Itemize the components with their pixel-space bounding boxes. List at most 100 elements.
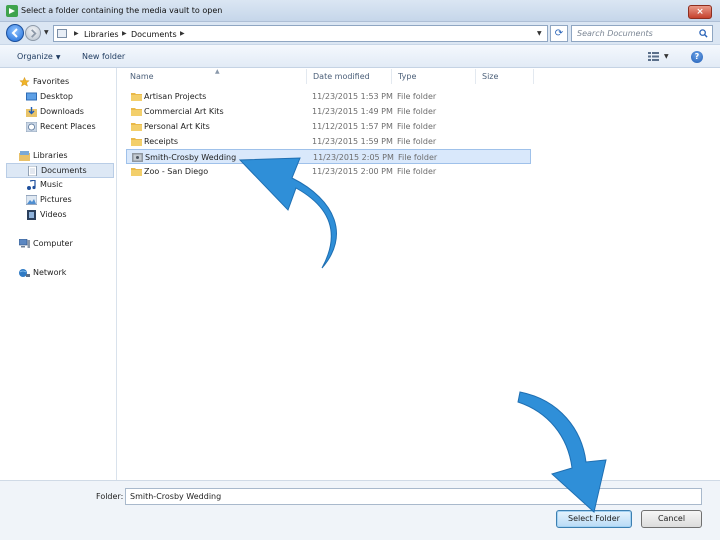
- file-type: File folder: [397, 107, 437, 116]
- breadcrumb[interactable]: ▶ Libraries ▶ Documents ▶: [53, 25, 548, 42]
- column-divider[interactable]: [475, 69, 476, 84]
- folder-icon: [131, 93, 142, 101]
- help-icon[interactable]: ?: [691, 51, 703, 63]
- file-type: File folder: [397, 167, 437, 176]
- file-name: Receipts: [144, 137, 179, 146]
- folder-icon: [131, 123, 142, 131]
- close-button[interactable]: ×: [688, 5, 712, 19]
- recent-pages-dropdown[interactable]: ▼: [44, 29, 49, 36]
- window-title: Select a folder containing the media vau…: [21, 6, 223, 15]
- chevron-right-icon[interactable]: ▶: [122, 30, 127, 37]
- list-item[interactable]: Artisan Projects 11/23/2015 1:53 PM File…: [126, 89, 531, 104]
- libraries-location-icon: [57, 29, 67, 38]
- file-date: 11/23/2015 1:59 PM: [312, 137, 393, 146]
- file-name: Commercial Art Kits: [144, 107, 224, 116]
- back-button[interactable]: [6, 24, 24, 42]
- videos-icon: [27, 210, 36, 220]
- nav-recent-places[interactable]: Recent Places: [26, 121, 111, 134]
- nav-computer[interactable]: Computer: [19, 238, 109, 251]
- column-header-date[interactable]: Date modified: [313, 72, 370, 81]
- network-icon: [19, 269, 30, 277]
- file-type: File folder: [397, 92, 437, 101]
- chevron-right-icon[interactable]: ▶: [74, 30, 79, 37]
- search-input[interactable]: [577, 26, 695, 41]
- list-item[interactable]: Commercial Art Kits 11/23/2015 1:49 PM F…: [126, 104, 531, 119]
- file-list: ▲ Name Date modified Type Size Artisan P…: [118, 68, 720, 480]
- folder-label: Folder:: [96, 492, 124, 501]
- nav-recent-places-label: Recent Places: [40, 122, 96, 131]
- nav-pictures[interactable]: Pictures: [26, 194, 111, 207]
- file-name: Smith-Crosby Wedding: [145, 153, 237, 162]
- dialog-footer: Folder: Select Folder Cancel: [0, 480, 720, 540]
- column-header-name[interactable]: Name: [130, 72, 154, 81]
- list-item-selected[interactable]: Smith-Crosby Wedding 11/23/2015 2:05 PM …: [126, 149, 531, 164]
- title-bar: Select a folder containing the media vau…: [0, 0, 720, 22]
- chevron-down-icon: ▼: [55, 54, 61, 61]
- nav-downloads[interactable]: Downloads: [26, 106, 111, 119]
- music-icon: [27, 180, 36, 190]
- computer-icon: [19, 239, 30, 248]
- refresh-button[interactable]: ⟳: [550, 25, 568, 42]
- list-item[interactable]: Personal Art Kits 11/12/2015 1:57 PM Fil…: [126, 119, 531, 134]
- file-name: Personal Art Kits: [144, 122, 210, 131]
- folder-icon: [131, 168, 142, 176]
- command-bar: Organize ▼ New folder ▼ ?: [0, 44, 720, 68]
- search-icon[interactable]: [699, 29, 708, 38]
- nav-music[interactable]: Music: [26, 179, 111, 192]
- nav-downloads-label: Downloads: [40, 107, 84, 116]
- list-item[interactable]: Receipts 11/23/2015 1:59 PM File folder: [126, 134, 531, 149]
- list-item[interactable]: Zoo - San Diego 11/23/2015 2:00 PM File …: [126, 164, 531, 179]
- file-date: 11/23/2015 2:00 PM: [312, 167, 393, 176]
- change-view-icon[interactable]: [648, 52, 659, 61]
- nav-videos[interactable]: Videos: [26, 209, 111, 222]
- nav-documents[interactable]: Documents: [6, 163, 114, 178]
- select-folder-button[interactable]: Select Folder: [556, 510, 632, 528]
- desktop-icon: [26, 92, 37, 101]
- nav-libraries[interactable]: Libraries: [19, 150, 109, 163]
- cancel-button[interactable]: Cancel: [641, 510, 702, 528]
- documents-icon: [28, 166, 37, 176]
- downloads-icon: [26, 107, 37, 117]
- nav-network[interactable]: Network: [19, 267, 109, 280]
- search-box[interactable]: [571, 25, 713, 42]
- refresh-icon: ⟳: [554, 28, 564, 39]
- nav-network-label: Network: [33, 268, 67, 277]
- nav-desktop[interactable]: Desktop: [26, 91, 111, 104]
- column-header-type[interactable]: Type: [398, 72, 416, 81]
- folder-field[interactable]: [125, 488, 702, 505]
- file-type: File folder: [398, 153, 438, 162]
- nav-videos-label: Videos: [40, 210, 67, 219]
- app-icon: [6, 5, 18, 17]
- file-type: File folder: [397, 122, 437, 131]
- sort-indicator-icon: ▲: [215, 68, 220, 75]
- file-name: Artisan Projects: [144, 92, 207, 101]
- nav-favorites-label: Favorites: [33, 77, 70, 86]
- folder-icon: [131, 138, 142, 146]
- navigation-pane: Favorites Desktop Downloads Recent Place…: [0, 68, 117, 480]
- folder-icon: [131, 108, 142, 116]
- nav-documents-label: Documents: [41, 166, 87, 175]
- nav-libraries-label: Libraries: [33, 151, 68, 160]
- column-divider[interactable]: [533, 69, 534, 84]
- breadcrumb-libraries[interactable]: Libraries: [84, 30, 119, 39]
- nav-music-label: Music: [40, 180, 63, 189]
- column-header-size[interactable]: Size: [482, 72, 498, 81]
- nav-pictures-label: Pictures: [40, 195, 72, 204]
- address-dropdown[interactable]: ▼: [537, 30, 542, 37]
- column-divider[interactable]: [391, 69, 392, 84]
- breadcrumb-documents[interactable]: Documents: [131, 30, 177, 39]
- view-options-dropdown[interactable]: ▼: [664, 53, 669, 60]
- chevron-right-icon[interactable]: ▶: [180, 30, 185, 37]
- file-date: 11/23/2015 1:53 PM: [312, 92, 393, 101]
- nav-favorites[interactable]: Favorites: [19, 76, 109, 89]
- nav-desktop-label: Desktop: [40, 92, 73, 101]
- forward-button[interactable]: [25, 25, 41, 41]
- organize-button[interactable]: Organize ▼: [17, 52, 60, 61]
- new-folder-button[interactable]: New folder: [82, 52, 125, 61]
- forward-arrow-icon: [31, 29, 37, 38]
- recent-places-icon: [26, 122, 37, 132]
- back-arrow-icon: [11, 28, 18, 38]
- file-date: 11/23/2015 1:49 PM: [312, 107, 393, 116]
- column-divider[interactable]: [306, 69, 307, 84]
- vault-folder-icon: [132, 153, 143, 162]
